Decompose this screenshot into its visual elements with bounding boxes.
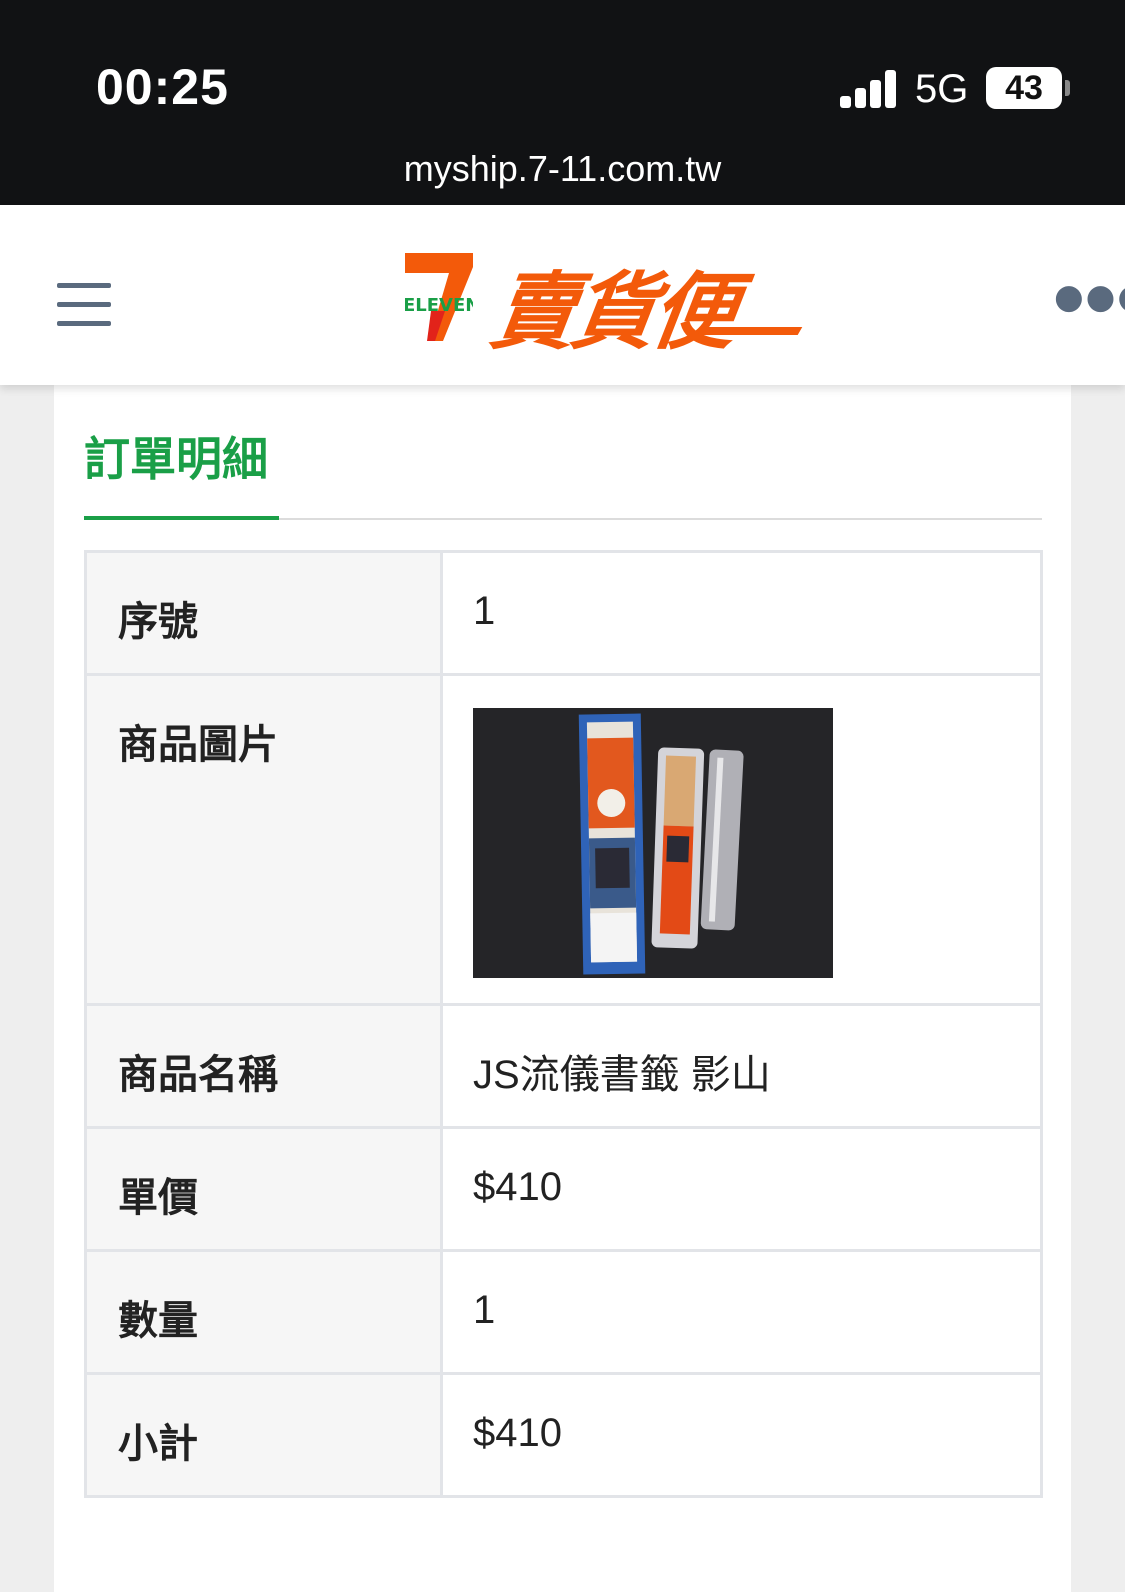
table-row: 小計 $410 <box>84 1372 1043 1498</box>
table-row: 商品名稱 JS流儀書籤 影山 <box>84 1003 1043 1129</box>
unit-price: $410 <box>440 1126 1043 1252</box>
subtotal: $410 <box>440 1372 1043 1498</box>
row-label: 單價 <box>84 1126 443 1252</box>
battery-icon: 43 <box>986 67 1062 109</box>
battery-tip <box>1065 80 1070 96</box>
cellular-signal-icon <box>840 70 900 108</box>
address-bar[interactable]: myship.7-11.com.tw <box>0 148 1125 190</box>
site-header: ELEVEN 賣貨便 ●●● <box>0 205 1125 385</box>
row-label: 數量 <box>84 1249 443 1375</box>
hamburger-icon[interactable] <box>57 283 111 327</box>
status-bar: 00:25 5G 43 myship.7-11.com.tw <box>0 0 1125 205</box>
network-type: 5G <box>915 67 969 111</box>
row-label: 商品圖片 <box>84 673 443 1006</box>
table-row: 數量 1 <box>84 1249 1043 1375</box>
title-accent-bar <box>84 516 279 520</box>
product-name: JS流儀書籤 影山 <box>440 1003 1043 1129</box>
ellipsis-icon[interactable]: ●●● <box>1054 277 1125 317</box>
product-image[interactable] <box>473 708 833 978</box>
product-image-cell <box>440 673 1043 1006</box>
logo-title[interactable]: 賣貨便 <box>484 245 741 366</box>
order-detail-card: 訂單明細 序號 1 商品圖片 商品名稱 JS流儀書籤 影山 單價 $410 數量… <box>54 385 1071 1592</box>
row-label: 小計 <box>84 1372 443 1498</box>
order-detail-table: 序號 1 商品圖片 商品名稱 JS流儀書籤 影山 單價 $410 數量 1 小計… <box>84 550 1043 1498</box>
row-label: 商品名稱 <box>84 1003 443 1129</box>
table-row: 序號 1 <box>84 550 1043 676</box>
table-row: 商品圖片 <box>84 673 1043 1006</box>
quantity: 1 <box>440 1249 1043 1375</box>
section-title: 訂單明細 <box>84 432 268 486</box>
logo-brand-text: ELEVEN <box>405 295 473 316</box>
logo-underline <box>697 327 803 335</box>
seven-eleven-logo-icon[interactable]: ELEVEN <box>405 253 473 341</box>
serial-number: 1 <box>440 550 1043 676</box>
table-row: 單價 $410 <box>84 1126 1043 1252</box>
clock: 00:25 <box>96 59 229 115</box>
row-label: 序號 <box>84 550 443 676</box>
